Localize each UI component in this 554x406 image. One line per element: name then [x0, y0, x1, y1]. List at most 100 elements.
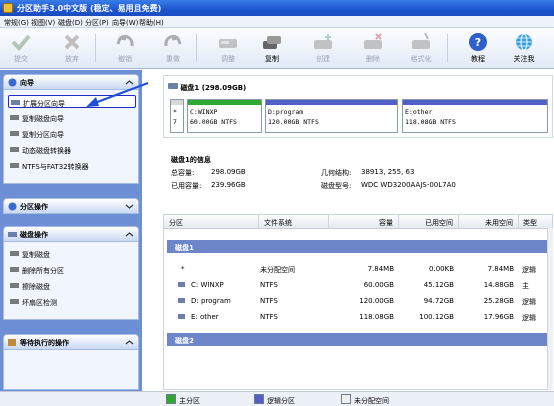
chevron-down-icon[interactable]: [125, 202, 134, 211]
redo-button[interactable]: 重做: [158, 31, 188, 66]
chevron-up-icon[interactable]: [125, 78, 134, 87]
copy-button[interactable]: 复制: [257, 31, 287, 66]
delete-all-icon: [10, 267, 19, 272]
menu-partition[interactable]: 分区(P): [85, 18, 109, 28]
menu-general[interactable]: 常规(G): [4, 18, 29, 28]
svg-text:?: ?: [475, 36, 481, 49]
chevron-up-icon[interactable]: [125, 338, 134, 347]
sidebar-item-copy-disk[interactable]: 复制磁盘: [8, 247, 136, 260]
partition-icon: [178, 298, 185, 303]
check-icon: [11, 34, 31, 51]
used-capacity-value: 239.96GB: [211, 181, 246, 189]
legend-primary-swatch: [166, 394, 176, 404]
column-header-capacity[interactable]: 容量: [329, 215, 399, 229]
disk-ops-body: 复制磁盘 删除所有分区 擦除磁盘 坏扇区检测: [3, 242, 139, 320]
disk-ops-icon: [8, 232, 17, 237]
discard-icon: [64, 34, 80, 50]
undo-icon: [116, 34, 134, 47]
partition-ops-header[interactable]: 分区操作: [3, 198, 139, 214]
sidebar-item-extend-partition[interactable]: 扩展分区向导: [8, 95, 136, 108]
delete-button[interactable]: 删除: [358, 31, 388, 66]
disk-info-title: 磁盘1的信息: [171, 156, 211, 164]
toolbar-separator: [95, 34, 96, 62]
app-icon: [3, 3, 13, 13]
table-scrollbar[interactable]: [547, 228, 553, 390]
disk1-row[interactable]: 磁盘1: [167, 240, 551, 253]
column-header-free[interactable]: 未用空间: [459, 215, 519, 229]
undo-button[interactable]: 撤销: [110, 31, 140, 66]
toolbar-separator: [196, 34, 197, 62]
tutorial-button[interactable]: ? 教程: [463, 31, 493, 66]
sidebar-item-bad-sector[interactable]: 坏扇区检测: [8, 295, 136, 308]
sidebar-item-ntfs-fat32[interactable]: NTFS与FAT32转换器: [8, 159, 136, 172]
commit-button[interactable]: 提交: [6, 31, 36, 66]
column-header-used[interactable]: 已用空间: [399, 215, 459, 229]
follow-button[interactable]: 关注我: [509, 31, 539, 66]
pending-ops-header[interactable]: 等待执行的操作: [3, 334, 139, 350]
menu-wizard[interactable]: 向导(W): [112, 18, 138, 28]
bad-sector-icon: [10, 299, 19, 304]
disk-ops-header[interactable]: 磁盘操作: [3, 226, 139, 242]
table-row[interactable]: E: other NTFS 118.08GB 100.12GB 17.96GB …: [164, 310, 552, 323]
disk-model-label: 磁盘型号:: [321, 182, 352, 190]
disk-map-title: 磁盘1 (298.09GB): [168, 80, 246, 93]
disk2-row[interactable]: 磁盘2: [167, 333, 551, 346]
resize-button[interactable]: 调整: [213, 31, 243, 66]
pending-icon: [8, 339, 16, 346]
left-panel: 向导 扩展分区向导 复制磁盘向导 复制分区向导 动态磁盘转换器 NTFS与FAT…: [0, 70, 142, 392]
geometry-value: 38913, 255, 63: [361, 168, 415, 176]
partition-ops-icon: [8, 202, 17, 211]
disk-map-partition-e[interactable]: E:other 118.08GB NTFS: [402, 99, 548, 133]
discard-button[interactable]: 放弃: [57, 31, 87, 66]
column-header-type[interactable]: 类型: [519, 215, 552, 229]
disk-model-value: WDC WD3200AAJS-00L7A0: [361, 181, 456, 189]
disk-map: 磁盘1 (298.09GB) * 7 C:WINXP 60.00GB NTFS …: [163, 75, 553, 138]
menu-view[interactable]: 视图(V): [31, 18, 55, 28]
column-header-partition[interactable]: 分区: [164, 215, 259, 229]
disk-map-partition-d[interactable]: D:program 120.00GB NTFS: [265, 99, 398, 133]
extend-partition-icon: [11, 100, 20, 105]
wizard-section-header[interactable]: 向导: [3, 74, 139, 90]
sidebar-item-copy-disk-wizard[interactable]: 复制磁盘向导: [8, 111, 136, 124]
copy-partition-wizard-icon: [10, 131, 19, 136]
format-button[interactable]: 格式化: [406, 31, 436, 66]
column-header-filesystem[interactable]: 文件系统: [259, 215, 329, 229]
copy-disk-wizard-icon: [10, 115, 19, 120]
table-row[interactable]: D: program NTFS 120.00GB 94.72GB 25.28GB…: [164, 294, 552, 307]
toolbar-separator: [447, 34, 448, 62]
resize-disk-icon: [219, 39, 237, 48]
create-button[interactable]: 创建: [308, 31, 338, 66]
create-disk-icon: [314, 34, 332, 49]
window-title: 分区助手3.0中文版 (稳定、易用且免费): [17, 4, 162, 13]
sidebar-item-dynamic-disk[interactable]: 动态磁盘转换器: [8, 143, 136, 156]
total-capacity-label: 总容量:: [171, 169, 195, 177]
dynamic-disk-icon: [10, 147, 19, 152]
disk-map-partition-c[interactable]: C:WINXP 60.00GB NTFS: [187, 99, 262, 133]
status-bar: 主分区 逻辑分区 未分配空间: [0, 391, 554, 406]
sidebar-item-wipe-disk[interactable]: 擦除磁盘: [8, 279, 136, 292]
sidebar-item-copy-partition-wizard[interactable]: 复制分区向导: [8, 127, 136, 140]
copy-disk-icon: [263, 36, 281, 49]
disk-map-unallocated[interactable]: * 7: [170, 99, 184, 133]
menu-disk[interactable]: 磁盘(D): [58, 18, 83, 28]
title-bar: 分区助手3.0中文版 (稳定、易用且免费): [0, 0, 554, 16]
copy-disk-op-icon: [10, 251, 19, 256]
total-capacity-value: 298.09GB: [211, 168, 246, 176]
table-row[interactable]: * 未分配空间 7.84MB 0.00KB 7.84MB 逻辑: [164, 262, 552, 275]
follow-icon: [516, 33, 532, 51]
chevron-up-icon[interactable]: [125, 230, 134, 239]
menu-help[interactable]: 帮助(H): [139, 18, 164, 28]
help-icon: ?: [469, 33, 487, 51]
unallocated-bar: [171, 100, 183, 105]
wizard-section-body: 扩展分区向导 复制磁盘向导 复制分区向导 动态磁盘转换器 NTFS与FAT32转…: [3, 90, 139, 184]
table-row[interactable]: C: WINXP NTFS 60.00GB 45.12GB 14.88GB 主: [164, 278, 552, 291]
pending-ops-body: [3, 350, 139, 390]
wipe-disk-icon: [10, 283, 19, 288]
partition-c-bar: [188, 100, 261, 105]
menu-bar: 常规(G) 视图(V) 磁盘(D) 分区(P) 向导(W) 帮助(H): [0, 16, 554, 28]
sidebar-item-delete-all[interactable]: 删除所有分区: [8, 263, 136, 276]
ntfs-fat-icon: [10, 163, 19, 168]
partition-d-bar: [266, 100, 397, 105]
legend-unallocated-swatch: [341, 394, 351, 404]
delete-disk-icon: [364, 33, 382, 49]
